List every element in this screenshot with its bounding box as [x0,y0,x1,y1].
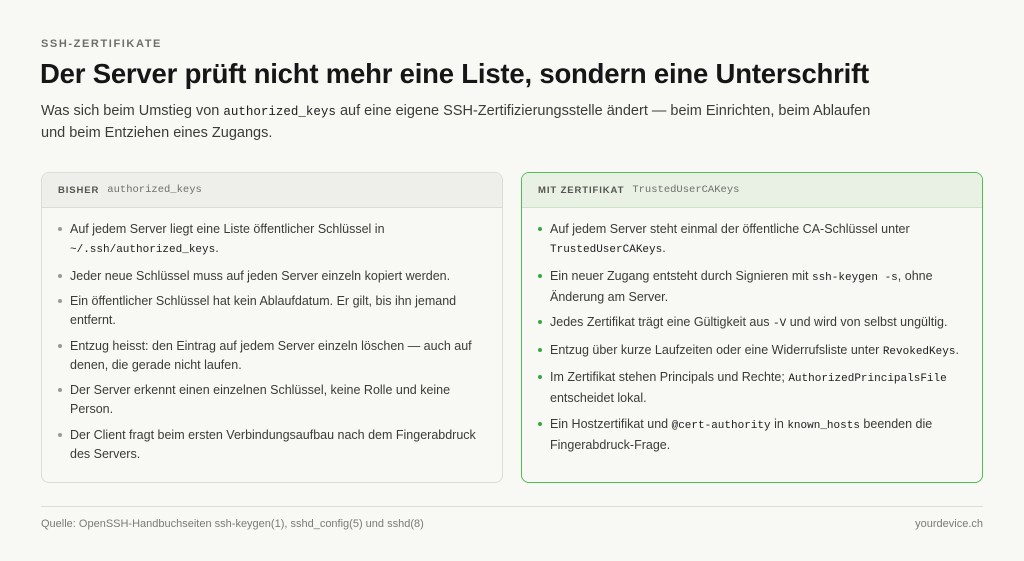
inline-code: authorized_keys [223,105,336,119]
text-run: Entzug heisst: den Eintrag auf jedem Ser… [70,338,472,372]
text-run: . [955,342,959,357]
after-list: Auf jedem Server steht einmal der öffent… [522,208,982,455]
list-item: Auf jedem Server liegt eine Liste öffent… [58,220,484,260]
list-item: Entzug über kurze Laufzeiten oder eine W… [538,341,964,362]
text-run: . [662,241,666,255]
list-item: Entzug heisst: den Eintrag auf jedem Ser… [58,337,484,375]
bullet-icon [58,388,62,392]
text-run: Ein neuer Zugang entsteht durch Signiere… [550,268,812,283]
list-item: Ein neuer Zugang entsteht durch Signiere… [538,267,964,307]
before-list: Auf jedem Server liegt eine Liste öffent… [42,208,502,464]
list-item: Im Zertifikat stehen Principals und Rech… [538,368,964,408]
text-run: Der Server erkennt einen einzelnen Schlü… [70,383,451,416]
list-item: Der Client fragt beim ersten Verbindungs… [58,426,484,464]
bullet-icon [538,347,542,352]
after-card: MIT ZERTIFIKAT TrustedUserCAKeys Auf jed… [521,172,983,483]
bullet-icon [538,375,542,379]
bullet-icon [538,273,542,278]
bullet-icon [538,227,542,231]
text-run: Der Client fragt beim ersten Verbindungs… [70,427,476,461]
footer-divider [41,506,983,507]
inline-code: @cert-authority [671,419,771,432]
text-run: entscheidet lokal. [550,391,647,405]
list-item: Jeder neue Schlüssel muss auf jeden Serv… [58,267,484,286]
inline-code: RevokedKeys [882,345,956,358]
text-run: und wird von selbst ungültig. [786,315,948,329]
list-item: Jedes Zertifikat trägt eine Gültigkeit a… [538,313,964,334]
footer-site: yourdevice.ch [915,518,983,530]
text-run: Was sich beim Umstieg von [41,103,224,119]
after-card-code: TrustedUserCAKeys [632,184,740,196]
text-run: Auf jedem Server liegt eine Liste öffent… [70,222,385,236]
inline-code: ssh-keygen -s [811,271,898,284]
bullet-icon [58,432,62,437]
text-run: Auf jedem Server steht einmal der öffent… [550,222,910,236]
list-item: Ein öffentlicher Schlüssel hat kein Abla… [58,292,484,330]
bullet-icon [538,421,542,426]
bullet-icon [538,320,542,324]
before-card-label: BISHER [58,184,100,196]
text-run: Entzug über kurze Laufzeiten oder eine W… [550,342,883,357]
eyebrow-label: SSH-ZERTIFIKATE [41,38,162,50]
before-card: BISHER authorized_keys Auf jedem Server … [41,172,503,483]
after-card-header: MIT ZERTIFIKAT TrustedUserCAKeys [522,173,982,208]
list-item: Ein Hostzertifikat und @cert-authority i… [538,415,964,455]
before-card-code: authorized_keys [107,184,202,196]
footer-source: Quelle: OpenSSH-Handbuchseiten ssh-keyge… [41,518,424,530]
text-run: Ein Hostzertifikat und [550,416,672,431]
inline-code: -V [773,318,787,330]
text-run: Ein öffentlicher Schlüssel hat kein Abla… [70,294,457,327]
bullet-icon [58,343,62,348]
list-item: Auf jedem Server steht einmal der öffent… [538,220,964,260]
inline-code: known_hosts [787,419,860,432]
page-subtitle: Was sich beim Umstieg von authorized_key… [41,101,871,144]
text-run: in [770,416,788,431]
bullet-icon [58,227,62,231]
page-title: Der Server prüft nicht mehr eine Liste, … [40,58,870,89]
text-run: . [215,241,219,255]
text-run: Im Zertifikat stehen Principals und Rech… [550,370,789,384]
text-run: Jedes Zertifikat trägt eine Gültigkeit a… [550,315,774,329]
list-item: Der Server erkennt einen einzelnen Schlü… [58,381,484,419]
bullet-icon [58,273,62,278]
inline-code: ~/.ssh/authorized_keys [70,244,216,256]
after-card-label: MIT ZERTIFIKAT [538,184,625,196]
bullet-icon [58,299,62,303]
inline-code: TrustedUserCAKeys [550,244,663,256]
before-card-header: BISHER authorized_keys [42,173,502,208]
inline-code: AuthorizedPrincipalsFile [788,373,947,385]
text-run: Jeder neue Schlüssel muss auf jeden Serv… [70,268,451,283]
